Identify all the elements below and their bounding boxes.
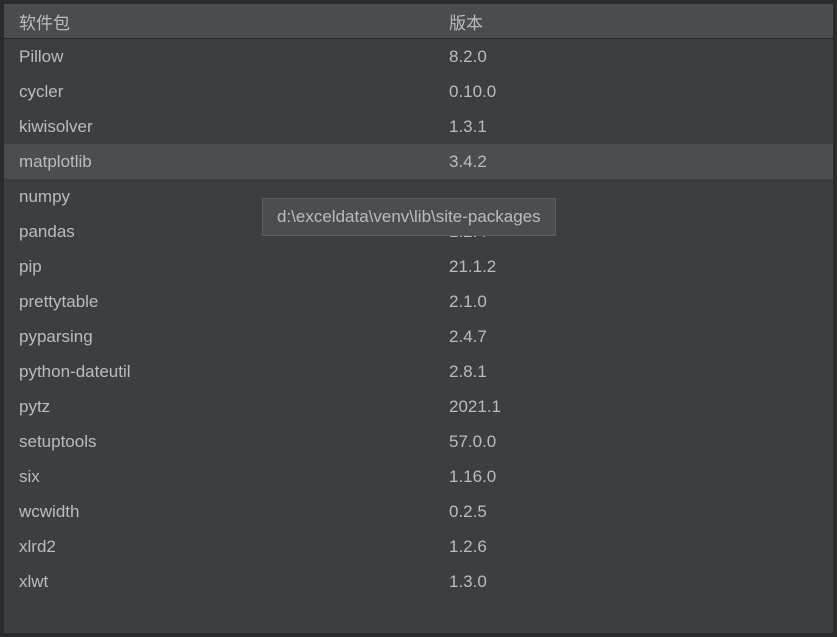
package-version: 1.2.6 — [434, 537, 833, 557]
path-tooltip: d:\exceldata\venv\lib\site-packages — [262, 198, 556, 236]
package-name: setuptools — [4, 432, 434, 452]
package-name: six — [4, 467, 434, 487]
package-version: 2.4.7 — [434, 327, 833, 347]
package-name: matplotlib — [4, 152, 434, 172]
package-name: pip — [4, 257, 434, 277]
table-row[interactable]: pip21.1.2 — [4, 249, 833, 284]
package-name: cycler — [4, 82, 434, 102]
table-body: Pillow8.2.0cycler0.10.0kiwisolver1.3.1ma… — [4, 39, 833, 599]
package-name: wcwidth — [4, 502, 434, 522]
package-name: pytz — [4, 397, 434, 417]
package-version: 57.0.0 — [434, 432, 833, 452]
package-name: prettytable — [4, 292, 434, 312]
table-header: 软件包 版本 — [4, 4, 833, 39]
package-name: Pillow — [4, 47, 434, 67]
table-row[interactable]: prettytable2.1.0 — [4, 284, 833, 319]
package-table: 软件包 版本 Pillow8.2.0cycler0.10.0kiwisolver… — [4, 4, 833, 599]
package-version: 3.4.2 — [434, 152, 833, 172]
column-header-package[interactable]: 软件包 — [4, 9, 434, 34]
package-name: kiwisolver — [4, 117, 434, 137]
package-version: 1.3.0 — [434, 572, 833, 592]
table-row[interactable]: matplotlib3.4.2 — [4, 144, 833, 179]
table-row[interactable]: pytz2021.1 — [4, 389, 833, 424]
package-name: xlrd2 — [4, 537, 434, 557]
table-row[interactable]: xlrd21.2.6 — [4, 529, 833, 564]
package-name: pyparsing — [4, 327, 434, 347]
package-name: python-dateutil — [4, 362, 434, 382]
package-version: 2.8.1 — [434, 362, 833, 382]
table-row[interactable]: setuptools57.0.0 — [4, 424, 833, 459]
table-row[interactable]: pyparsing2.4.7 — [4, 319, 833, 354]
package-version: 21.1.2 — [434, 257, 833, 277]
column-header-version[interactable]: 版本 — [434, 9, 833, 34]
package-version: 8.2.0 — [434, 47, 833, 67]
package-version: 1.3.1 — [434, 117, 833, 137]
package-version: 0.10.0 — [434, 82, 833, 102]
package-version: 2.1.0 — [434, 292, 833, 312]
package-version: 1.16.0 — [434, 467, 833, 487]
package-name: xlwt — [4, 572, 434, 592]
package-version: 0.2.5 — [434, 502, 833, 522]
package-version: 2021.1 — [434, 397, 833, 417]
table-row[interactable]: wcwidth0.2.5 — [4, 494, 833, 529]
table-row[interactable]: python-dateutil2.8.1 — [4, 354, 833, 389]
table-row[interactable]: cycler0.10.0 — [4, 74, 833, 109]
package-manager-panel: 软件包 版本 Pillow8.2.0cycler0.10.0kiwisolver… — [4, 4, 833, 633]
table-row[interactable]: Pillow8.2.0 — [4, 39, 833, 74]
table-row[interactable]: kiwisolver1.3.1 — [4, 109, 833, 144]
table-row[interactable]: xlwt1.3.0 — [4, 564, 833, 599]
table-row[interactable]: six1.16.0 — [4, 459, 833, 494]
